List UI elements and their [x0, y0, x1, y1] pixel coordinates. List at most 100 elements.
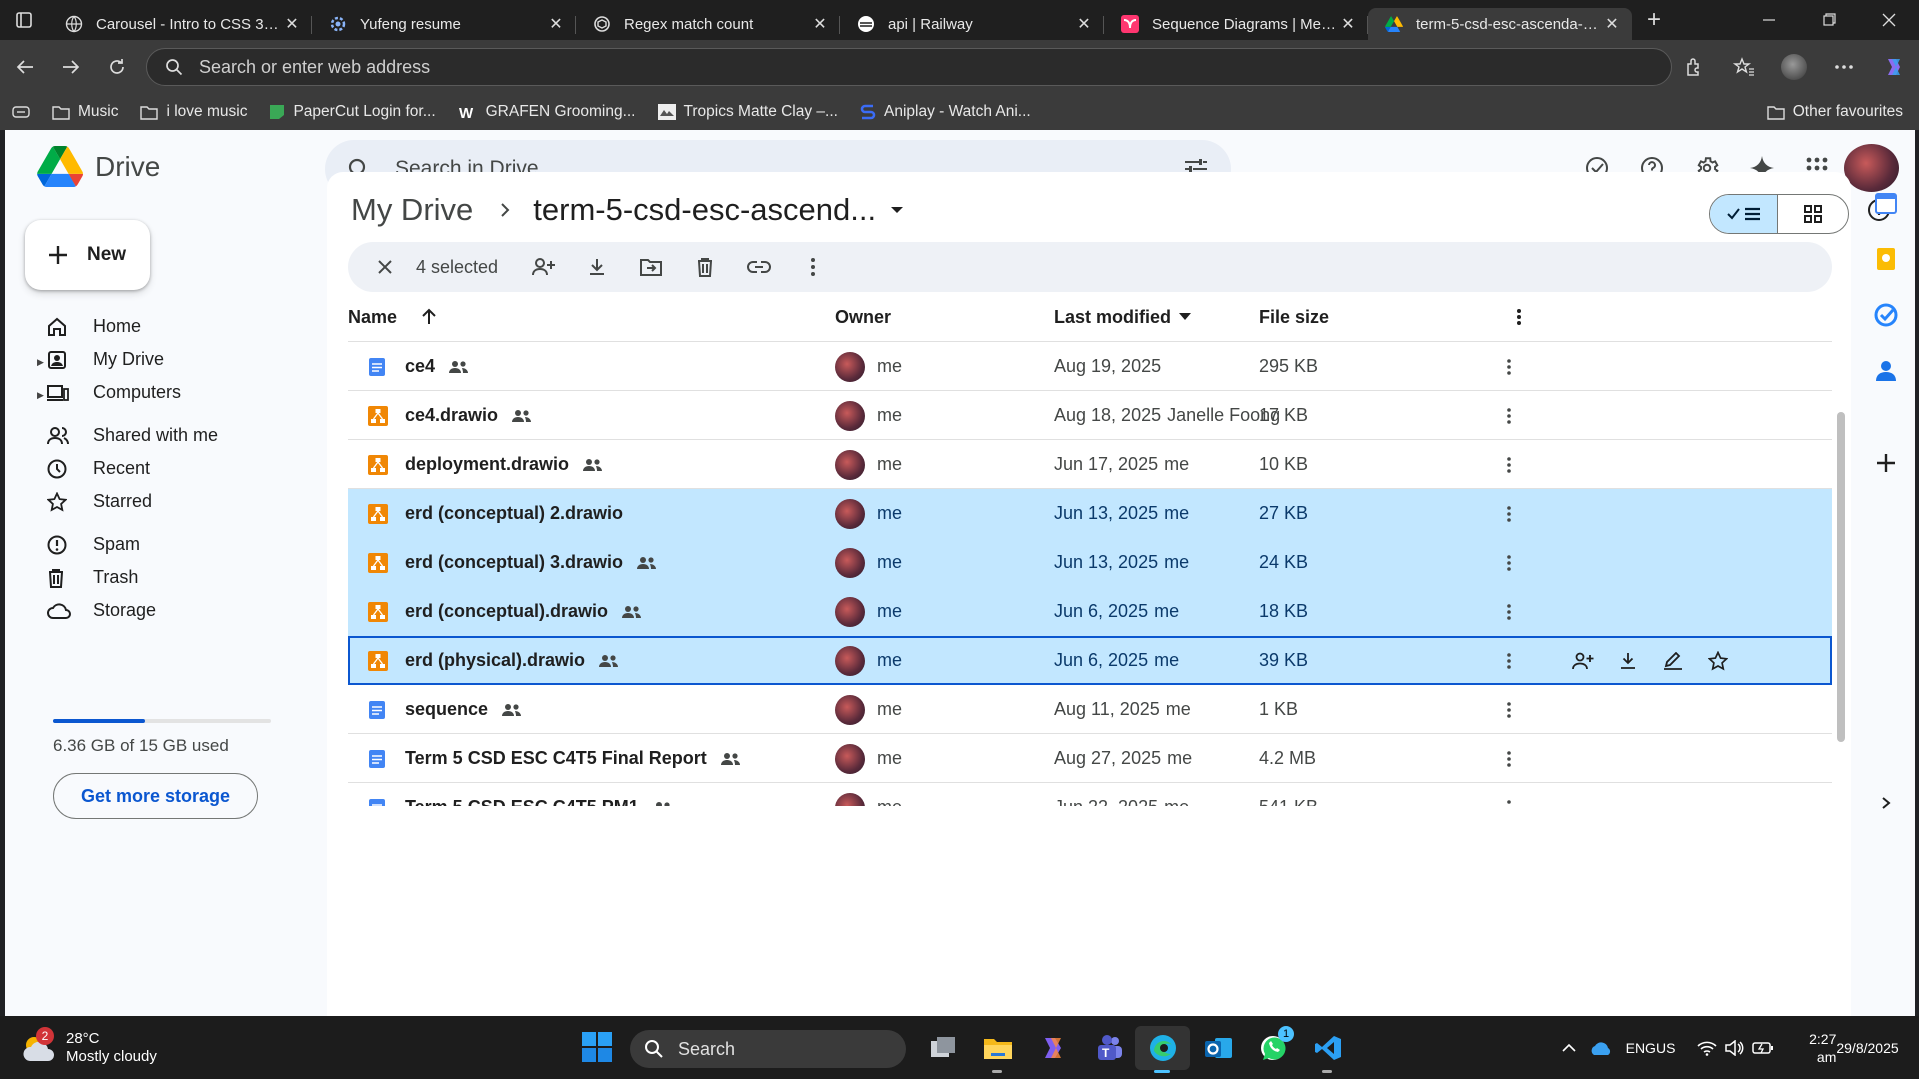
- browser-tab[interactable]: Carousel - Intro to CSS 3D tr…✕: [48, 8, 312, 40]
- file-name[interactable]: erd (conceptual) 2.drawio: [405, 503, 623, 524]
- battery-icon[interactable]: [1749, 1041, 1777, 1055]
- drive-logo[interactable]: Drive: [37, 146, 160, 187]
- file-name[interactable]: erd (physical).drawio: [405, 650, 585, 671]
- file-row[interactable]: erd (conceptual) 3.drawio me Jun 13, 2025 m…: [348, 538, 1832, 587]
- show-hidden-icons-icon[interactable]: [1555, 1043, 1583, 1053]
- expand-arrow-icon[interactable]: ▶: [37, 357, 44, 368]
- share-icon[interactable]: [516, 247, 570, 287]
- row-more-actions-icon[interactable]: [1506, 391, 1512, 440]
- breadcrumb-my-drive[interactable]: My Drive: [351, 192, 473, 228]
- more-actions-icon[interactable]: [786, 247, 840, 287]
- breadcrumb-current-folder[interactable]: term-5-csd-esc-ascend...: [533, 192, 876, 228]
- browser-tab[interactable]: Yufeng resume ✕: [312, 8, 576, 40]
- row-more-actions-icon[interactable]: [1506, 342, 1512, 391]
- file-row[interactable]: sequence me Aug 11, 2025 me 1 KB: [348, 685, 1832, 734]
- notifications-bell-icon[interactable]: [1913, 1039, 1919, 1057]
- contacts-icon[interactable]: [1873, 358, 1899, 384]
- teams-icon[interactable]: T: [1080, 1026, 1135, 1070]
- new-button[interactable]: New: [25, 220, 150, 290]
- file-row[interactable]: ce4 me Aug 19, 2025 295 KB: [348, 342, 1832, 391]
- file-explorer-icon[interactable]: [970, 1026, 1025, 1073]
- nav-item-recent[interactable]: Recent: [31, 452, 281, 485]
- expand-arrow-icon[interactable]: ▶: [37, 390, 44, 401]
- file-row[interactable]: erd (conceptual).drawio me Jun 6, 2025 me 18…: [348, 587, 1832, 636]
- file-name[interactable]: sequence: [405, 699, 488, 720]
- tasks-icon[interactable]: [1873, 302, 1899, 328]
- row-more-actions-icon[interactable]: [1506, 440, 1512, 489]
- clear-selection-icon[interactable]: [358, 247, 412, 287]
- grid-view-button[interactable]: [1778, 195, 1848, 233]
- nav-item-computers[interactable]: ▶ Computers: [31, 376, 281, 409]
- edge-browser-icon[interactable]: [1135, 1026, 1190, 1073]
- column-last-modified[interactable]: Last modified: [1054, 292, 1192, 342]
- file-name[interactable]: ce4: [405, 356, 435, 377]
- nav-item-home[interactable]: Home: [31, 310, 281, 343]
- close-tab-icon[interactable]: ✕: [810, 14, 830, 34]
- download-icon[interactable]: [570, 247, 624, 287]
- get-more-storage-button[interactable]: Get more storage: [53, 773, 258, 819]
- nav-item-my-drive[interactable]: ▶ My Drive: [31, 343, 281, 376]
- browser-tab[interactable]: term-5-csd-esc-ascenda-bn… ✕: [1368, 8, 1632, 40]
- refresh-button[interactable]: [94, 47, 140, 87]
- row-more-actions-icon[interactable]: [1506, 636, 1512, 685]
- file-row[interactable]: Term 5 CSD ESC C4T5 PM1 me Jun 22, 2025 me 5…: [348, 783, 1832, 806]
- download-icon[interactable]: [1605, 652, 1650, 670]
- row-more-actions-icon[interactable]: [1506, 538, 1512, 587]
- onedrive-icon[interactable]: [1583, 1040, 1620, 1056]
- file-name[interactable]: Term 5 CSD ESC C4T5 Final Report: [405, 748, 707, 769]
- nav-item-spam[interactable]: Spam: [31, 528, 281, 561]
- whatsapp-icon[interactable]: 1: [1245, 1026, 1300, 1070]
- address-bar[interactable]: Search or enter web address: [146, 48, 1672, 86]
- rename-pencil-icon[interactable]: [1650, 651, 1695, 670]
- file-name[interactable]: erd (conceptual).drawio: [405, 601, 608, 622]
- reading-view-icon[interactable]: [0, 97, 38, 127]
- file-row[interactable]: erd (physical).drawio me Jun 6, 2025 me 39 K…: [348, 636, 1832, 685]
- nav-item-storage[interactable]: Storage: [31, 594, 281, 627]
- bookmark-item[interactable]: i love music: [132, 97, 255, 127]
- other-favourites[interactable]: Other favourites: [1759, 97, 1911, 127]
- row-more-actions-icon[interactable]: [1506, 489, 1512, 538]
- browser-tab[interactable]: Regex match count ✕: [576, 8, 840, 40]
- star-icon[interactable]: [1695, 650, 1740, 671]
- close-tab-icon[interactable]: ✕: [546, 14, 566, 34]
- copilot-icon[interactable]: [1869, 47, 1919, 87]
- collapse-panel-icon[interactable]: [1873, 790, 1899, 816]
- tab-actions-button[interactable]: [0, 0, 48, 40]
- browser-tab[interactable]: api | Railway ✕: [840, 8, 1104, 40]
- back-button[interactable]: [2, 47, 48, 87]
- file-row[interactable]: ce4.drawio me Aug 18, 2025 Janelle Foong 17 …: [348, 391, 1832, 440]
- profile-avatar[interactable]: [1769, 47, 1819, 87]
- forward-button[interactable]: [48, 47, 94, 87]
- close-tab-icon[interactable]: ✕: [1602, 14, 1622, 34]
- share-icon[interactable]: [1560, 652, 1605, 670]
- close-window-button[interactable]: [1859, 0, 1919, 40]
- clock[interactable]: 2:27 am 29/8/2025: [1794, 1030, 1899, 1066]
- favourites-icon[interactable]: [1719, 47, 1769, 87]
- outlook-icon[interactable]: [1190, 1026, 1245, 1070]
- column-options-icon[interactable]: [1516, 292, 1522, 342]
- file-name[interactable]: Term 5 CSD ESC C4T5 PM1: [405, 797, 639, 806]
- bookmark-item[interactable]: Music: [44, 97, 126, 127]
- column-owner[interactable]: Owner: [835, 292, 891, 342]
- list-view-button[interactable]: [1710, 195, 1778, 233]
- row-more-actions-icon[interactable]: [1506, 587, 1512, 636]
- nav-item-starred[interactable]: Starred: [31, 485, 281, 518]
- nav-item-trash[interactable]: Trash: [31, 561, 281, 594]
- file-row[interactable]: erd (conceptual) 2.drawio me Jun 13, 2025 m…: [348, 489, 1832, 538]
- sort-arrow-up-icon[interactable]: [421, 308, 437, 326]
- bookmark-item[interactable]: Aniplay - Watch Ani...: [852, 97, 1039, 127]
- row-more-actions-icon[interactable]: [1506, 783, 1512, 806]
- nav-item-shared-with-me[interactable]: Shared with me: [31, 419, 281, 452]
- maximize-button[interactable]: [1799, 0, 1859, 40]
- file-row[interactable]: Term 5 CSD ESC C4T5 Final Report me Aug 27…: [348, 734, 1832, 783]
- windows-start-icon[interactable]: [582, 1032, 612, 1062]
- browser-tab[interactable]: Sequence Diagrams | Merma…✕: [1104, 8, 1368, 40]
- copilot-app-icon[interactable]: [1025, 1026, 1080, 1070]
- close-tab-icon[interactable]: ✕: [1338, 14, 1358, 34]
- move-icon[interactable]: [624, 247, 678, 287]
- keep-icon[interactable]: [1873, 246, 1899, 272]
- file-name[interactable]: erd (conceptual) 3.drawio: [405, 552, 623, 573]
- file-name[interactable]: ce4.drawio: [405, 405, 498, 426]
- volume-icon[interactable]: [1721, 1040, 1749, 1056]
- language-indicator[interactable]: ENG US: [1626, 1039, 1676, 1057]
